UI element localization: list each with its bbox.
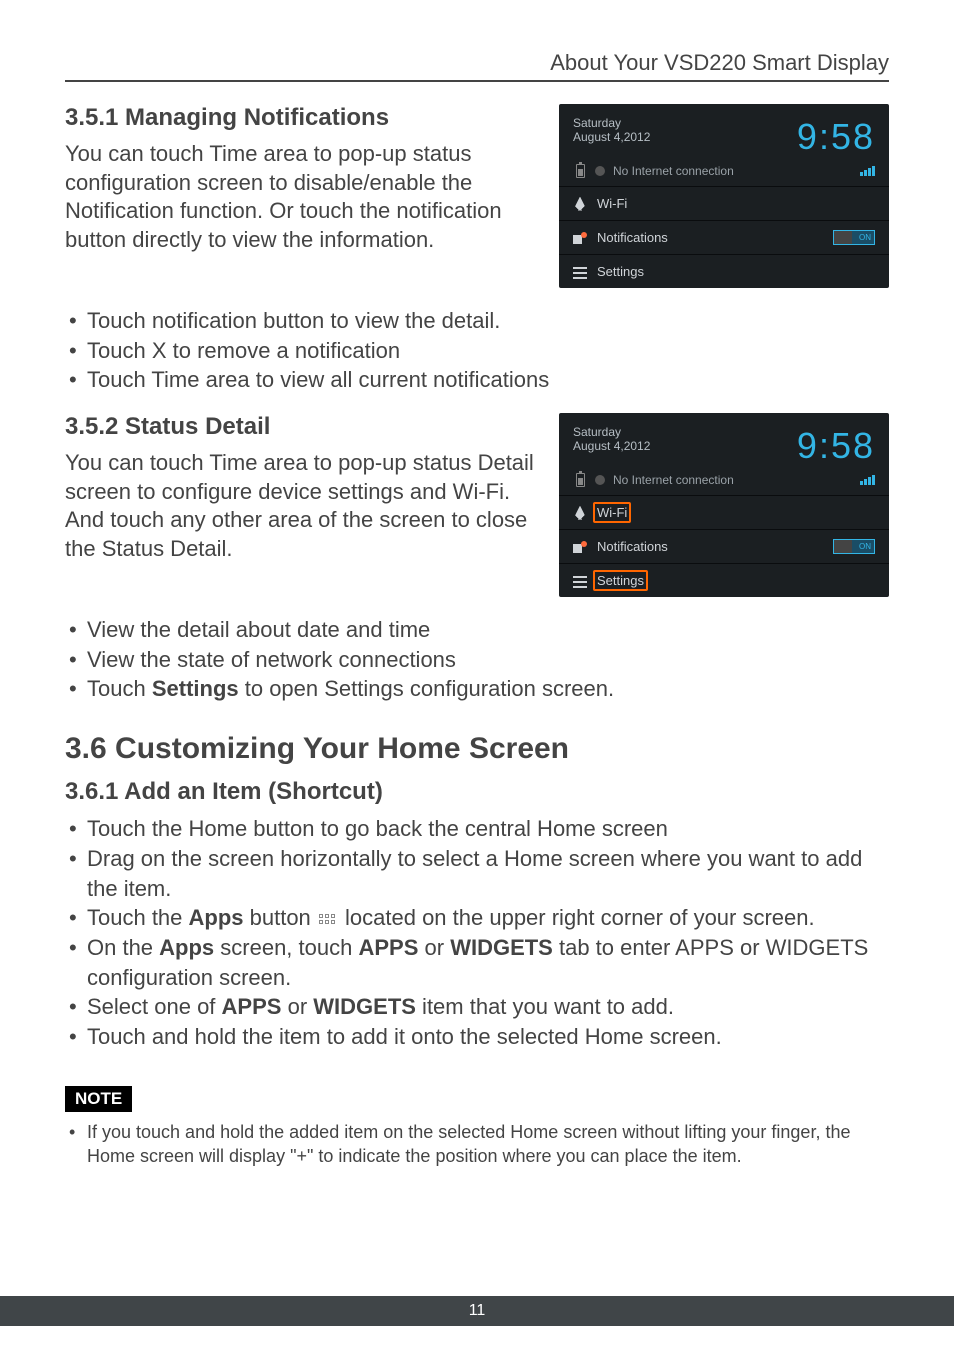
bullet-351-3: Touch Time area to view all current noti…	[65, 365, 889, 395]
page-header: About Your VSD220 Smart Display	[65, 50, 889, 82]
notifications-icon	[573, 540, 587, 554]
panel1-day: Saturday	[573, 116, 650, 130]
settings-icon	[573, 265, 587, 279]
panel2-settings-row[interactable]: Settings	[559, 563, 889, 597]
android-panel-2: Saturday August 4,2012 9:58 No Internet …	[559, 413, 889, 597]
panel2-wifi-label: Wi-Fi	[593, 502, 631, 523]
bullet-352-3: Touch Settings to open Settings configur…	[65, 674, 889, 704]
signal-icon	[860, 475, 875, 485]
wifi-icon	[573, 506, 587, 520]
panel1-date: August 4,2012	[573, 130, 650, 144]
apps-grid-icon	[319, 914, 337, 924]
panel2-settings-label: Settings	[593, 570, 648, 591]
para-352: You can touch Time area to pop-up status…	[65, 449, 539, 563]
heading-351: 3.5.1 Managing Notifications	[65, 104, 539, 132]
bullets-361: Touch the Home button to go back the cen…	[65, 814, 889, 1052]
panel1-notifications-row[interactable]: Notifications ON	[559, 220, 889, 254]
note-label: NOTE	[65, 1086, 132, 1112]
bullet-361-6: Touch and hold the item to add it onto t…	[65, 1022, 889, 1052]
notifications-icon	[573, 231, 587, 245]
header-title: About Your VSD220 Smart Display	[550, 50, 889, 75]
panel1-wifi-label: Wi-Fi	[597, 196, 627, 211]
signal-icon	[860, 166, 875, 176]
panel2-wifi-row[interactable]: Wi-Fi	[559, 495, 889, 529]
panel1-notif-label: Notifications	[597, 230, 668, 245]
battery-icon	[573, 164, 587, 178]
settings-icon	[573, 574, 587, 588]
para-351: You can touch Time area to pop-up status…	[65, 140, 539, 254]
panel2-notif-label: Notifications	[597, 539, 668, 554]
page-footer: 11	[0, 1296, 954, 1326]
notifications-toggle[interactable]: ON	[833, 539, 875, 554]
page-number: 11	[469, 1302, 486, 1319]
wifi-dot-icon	[595, 166, 605, 176]
panel2-day: Saturday	[573, 425, 650, 439]
bullets-351: Touch notification button to view the de…	[65, 306, 889, 395]
bullet-352-1: View the detail about date and time	[65, 615, 889, 645]
bullet-361-2: Drag on the screen horizontally to selec…	[65, 844, 889, 903]
heading-352: 3.5.2 Status Detail	[65, 413, 539, 441]
battery-icon	[573, 473, 587, 487]
bullet-361-4: On the Apps screen, touch APPS or WIDGET…	[65, 933, 889, 992]
wifi-dot-icon	[595, 475, 605, 485]
panel1-status: No Internet connection	[613, 164, 852, 178]
bullet-361-5: Select one of APPS or WIDGETS item that …	[65, 992, 889, 1022]
panel2-clock: 9:58	[797, 425, 875, 467]
notifications-toggle[interactable]: ON	[833, 230, 875, 245]
panel2-status: No Internet connection	[613, 473, 852, 487]
panel1-wifi-row[interactable]: Wi-Fi	[559, 186, 889, 220]
bullet-361-3: Touch the Apps button located on the upp…	[65, 903, 889, 933]
bullet-361-1: Touch the Home button to go back the cen…	[65, 814, 889, 844]
bullets-352: View the detail about date and time View…	[65, 615, 889, 704]
heading-36: 3.6 Customizing Your Home Screen	[65, 732, 889, 766]
wifi-icon	[573, 197, 587, 211]
panel1-clock: 9:58	[797, 116, 875, 158]
panel1-settings-row[interactable]: Settings	[559, 254, 889, 288]
bullet-351-1: Touch notification button to view the de…	[65, 306, 889, 336]
panel2-notifications-row[interactable]: Notifications ON	[559, 529, 889, 563]
heading-361: 3.6.1 Add an Item (Shortcut)	[65, 778, 889, 806]
panel2-date: August 4,2012	[573, 439, 650, 453]
bullet-351-2: Touch X to remove a notification	[65, 336, 889, 366]
bullet-352-2: View the state of network connections	[65, 645, 889, 675]
note-text: If you touch and hold the added item on …	[65, 1120, 889, 1169]
android-panel-1: Saturday August 4,2012 9:58 No Internet …	[559, 104, 889, 288]
panel1-settings-label: Settings	[597, 264, 644, 279]
